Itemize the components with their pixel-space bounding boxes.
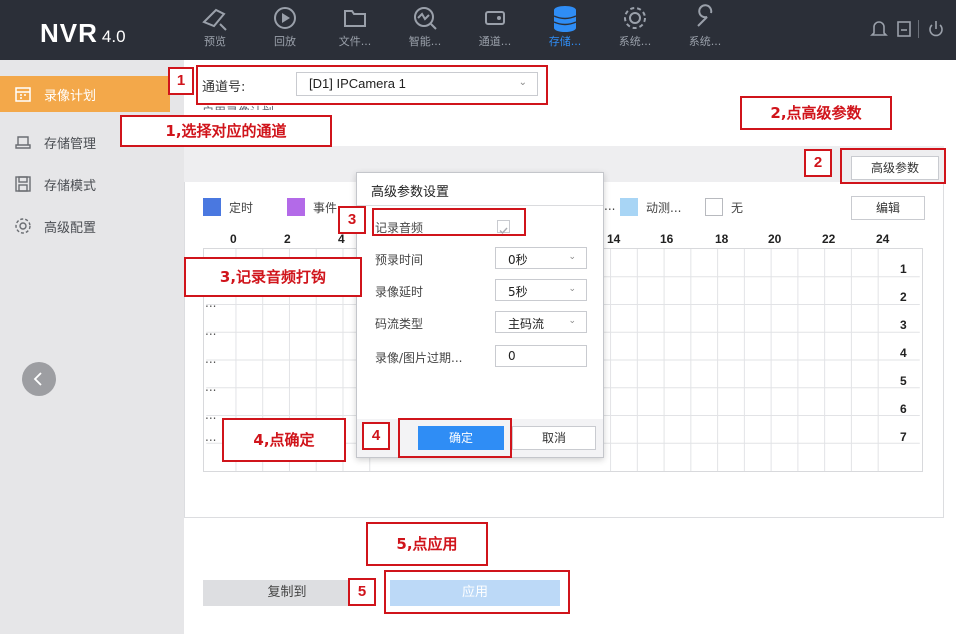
legend-swatch-none — [705, 198, 723, 216]
day-row-number: 1 — [900, 262, 907, 276]
nvr-app: NVR 4.0 预览 回放 文件... 智能... 通道... 存储... 系统.… — [0, 0, 956, 634]
nav-system-config[interactable]: 系统... — [600, 4, 670, 58]
dialog-title-divider — [357, 205, 603, 206]
expire-value: 0 — [508, 349, 516, 363]
channel-icon — [485, 11, 505, 25]
legend-swatch-motion — [620, 198, 638, 216]
wrench-icon — [697, 4, 713, 27]
account-icon[interactable] — [895, 18, 913, 40]
annotation-box-apply — [384, 570, 570, 614]
postrecord-label: 录像延时 — [375, 285, 424, 299]
gear-icon — [624, 7, 646, 29]
annotation-number: 4 — [362, 422, 390, 450]
floppy-icon — [15, 176, 31, 192]
annotation-box-advanced — [840, 148, 946, 184]
legend-swatch-timed — [203, 198, 221, 216]
legend-label-none: 无 — [731, 201, 744, 215]
prerecord-value: 0秒 — [508, 253, 528, 267]
nav-storage[interactable]: 存储... — [530, 4, 600, 58]
topbar-divider — [918, 20, 919, 38]
smart-icon — [414, 7, 437, 30]
expire-input[interactable]: 0 — [495, 345, 587, 367]
annotation-label-step2: 2,点高级参数 — [740, 96, 892, 130]
power-icon[interactable] — [927, 18, 945, 40]
hour-label: 4 — [338, 232, 345, 246]
annotation-box-record-audio — [372, 208, 526, 236]
cancel-button[interactable]: 取消 — [512, 426, 596, 450]
stream-type-select[interactable]: 主码流 ⌄ — [495, 311, 587, 333]
hour-label: 20 — [768, 232, 782, 246]
legend-label-hidden: ... — [604, 199, 616, 213]
prerecord-select[interactable]: 0秒 ⌄ — [495, 247, 587, 269]
sidebar-item-advanced-config[interactable]: 高级配置 — [0, 208, 184, 244]
hour-label: 14 — [607, 232, 621, 246]
folder-icon — [344, 10, 366, 27]
row-day-label: ... — [205, 380, 217, 394]
annotation-number: 3 — [338, 206, 366, 234]
collapse-back-button[interactable] — [22, 362, 56, 396]
chevron-down-icon: ⌄ — [568, 252, 576, 262]
postrecord-select[interactable]: 5秒 ⌄ — [495, 279, 587, 301]
preview-icon — [202, 8, 227, 31]
legend-label-timed: 定时 — [229, 201, 254, 215]
annotation-number: 1 — [168, 67, 194, 95]
row-day-label: ... — [205, 324, 217, 338]
hour-label: 22 — [822, 232, 836, 246]
hour-label: 2 — [284, 232, 291, 246]
advanced-config-icon — [15, 218, 31, 234]
copy-to-button[interactable]: 复制到 — [203, 580, 371, 606]
legend-label-motion: 动测... — [646, 201, 682, 215]
annotation-label-step1: 1,选择对应的通道 — [120, 115, 332, 147]
annotation-label-step4: 4,点确定 — [222, 418, 346, 462]
nav-system-maintenance[interactable]: 系统... — [670, 4, 740, 58]
nav-file[interactable]: 文件... — [320, 4, 390, 58]
row-day-label: ... — [205, 408, 217, 422]
day-row-number: 5 — [900, 374, 907, 388]
annotation-box-confirm — [398, 418, 512, 458]
chevron-left-icon — [33, 372, 42, 386]
legend-label-event: 事件 — [313, 201, 338, 215]
expire-label: 录像/图片过期... — [375, 351, 463, 365]
nvr-logo: NVR 4.0 — [40, 18, 126, 48]
hour-label: 0 — [230, 232, 237, 246]
edit-button[interactable]: 编辑 — [851, 196, 925, 220]
prerecord-label: 预录时间 — [375, 253, 424, 267]
annotation-label-step3: 3,记录音频打钩 — [184, 257, 362, 297]
annotation-label-step5: 5,点应用 — [366, 522, 488, 566]
row-day-label: ... — [205, 430, 217, 444]
storage-icon — [553, 6, 577, 32]
sidebar-item-record-schedule[interactable]: 录像计划 — [0, 76, 170, 112]
annotation-number: 5 — [348, 578, 376, 606]
legend-swatch-event — [287, 198, 305, 216]
playback-icon — [274, 7, 296, 29]
day-row-number: 4 — [900, 346, 907, 360]
row-day-label: ... — [205, 352, 217, 366]
day-row-number: 6 — [900, 402, 907, 416]
postrecord-value: 5秒 — [508, 285, 528, 299]
nav-smart[interactable]: 智能... — [390, 4, 460, 58]
calendar-icon — [15, 87, 31, 102]
day-row-number: 3 — [900, 318, 907, 332]
top-navigation-bar: NVR 4.0 预览 回放 文件... 智能... 通道... 存储... 系统.… — [0, 0, 956, 60]
sidebar-item-storage-mode[interactable]: 存储模式 — [0, 166, 184, 202]
chevron-down-icon: ⌄ — [568, 316, 576, 326]
hour-label: 24 — [876, 232, 890, 246]
dialog-title: 高级参数设置 — [371, 185, 450, 200]
bell-icon[interactable] — [870, 18, 888, 40]
nav-preview[interactable]: 预览 — [180, 4, 250, 58]
stream-type-value: 主码流 — [508, 317, 545, 331]
hour-label: 18 — [715, 232, 729, 246]
annotation-number: 2 — [804, 149, 832, 177]
day-row-number: 2 — [900, 290, 907, 304]
storage-manage-icon — [15, 136, 31, 149]
row-day-label: ... — [205, 296, 217, 310]
nav-playback[interactable]: 回放 — [250, 4, 320, 58]
chevron-down-icon: ⌄ — [568, 284, 576, 294]
nav-channel[interactable]: 通道... — [460, 4, 530, 58]
hour-label: 16 — [660, 232, 674, 246]
annotation-box-channel — [196, 65, 548, 105]
day-row-number: 7 — [900, 430, 907, 444]
stream-type-label: 码流类型 — [375, 317, 424, 331]
